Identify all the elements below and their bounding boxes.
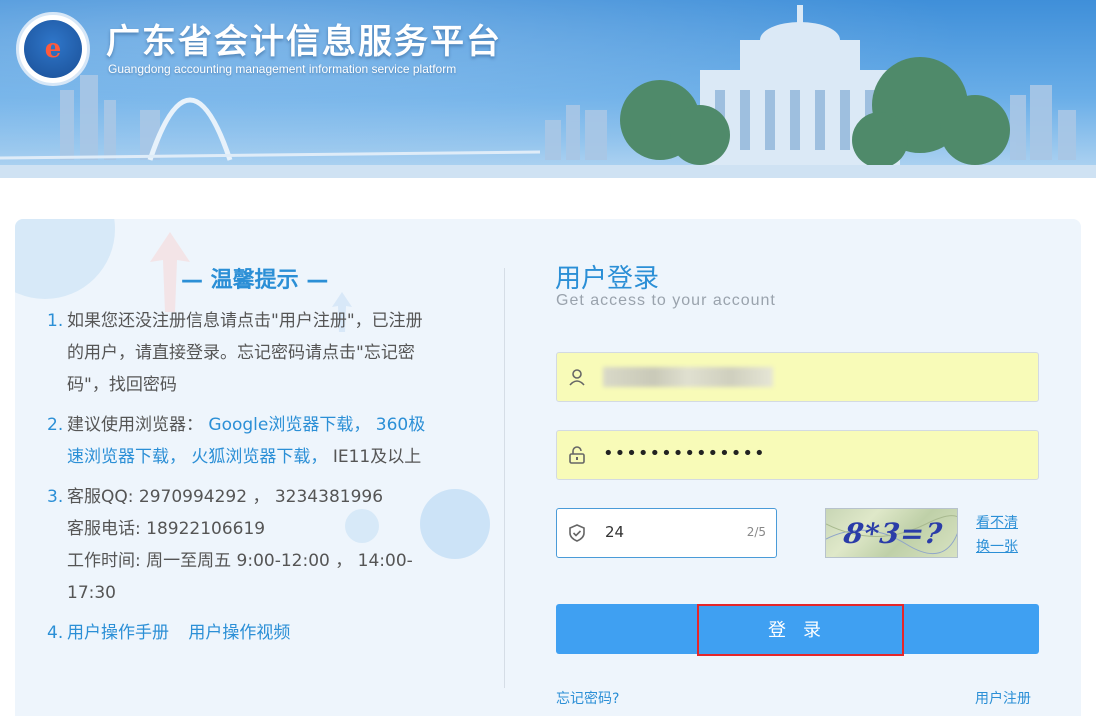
user-video-link[interactable]: 用户操作视频: [188, 623, 290, 643]
tip-text: 建议使用浏览器：: [67, 415, 203, 435]
work-hours-cont: 17:30: [67, 583, 116, 603]
tip-item-3: 3. 客服QQ: 2970994292 ， 3234381996 客服电话: 1…: [47, 481, 487, 611]
captcha-value: 24: [605, 523, 625, 541]
redacted-username: [603, 367, 773, 387]
username-field[interactable]: [556, 352, 1039, 402]
header-banner: e 广东省会计信息服务平台 Guangdong accounting manag…: [0, 0, 1096, 178]
tip-number: 1.: [47, 311, 64, 331]
panel-divider: [504, 268, 505, 688]
tip-text: 的用户，请直接登录。忘记密码请点击"忘记密: [67, 343, 415, 363]
platform-subtitle: Guangdong accounting management informat…: [108, 62, 457, 76]
captcha-text: 8*3=?: [841, 517, 945, 550]
tip-text-line: 速浏览器下载， 火狐浏览器下载， IE11及以上: [67, 441, 421, 473]
captcha-change-link[interactable]: 换一张: [976, 536, 1018, 556]
tips-title: — 温馨提示 —: [181, 268, 329, 293]
login-subtitle: Get access to your account: [556, 292, 776, 309]
lock-icon: [569, 446, 585, 464]
tip-item-2: 2. 建议使用浏览器： Google浏览器下载， 360极 速浏览器下载， 火狐…: [47, 409, 487, 475]
login-button[interactable]: 登 录: [556, 604, 1039, 654]
tip-text-line: 建议使用浏览器： Google浏览器下载， 360极: [67, 409, 425, 441]
password-field[interactable]: ••••••••••••••: [556, 430, 1039, 480]
platform-logo: e: [16, 12, 90, 86]
360-browser-download-link[interactable]: 360极: [376, 415, 425, 435]
work-hours: 工作时间: 周一至周五 9:00-12:00 ， 14:00-: [67, 551, 413, 571]
captcha-image[interactable]: 8*3=?: [825, 508, 958, 558]
tip-number: 3.: [47, 487, 64, 507]
decor-bubble: [15, 219, 115, 299]
user-icon: [569, 369, 585, 386]
google-browser-download-link[interactable]: Google浏览器下载，: [208, 415, 370, 435]
tip-text: IE11及以上: [332, 447, 422, 467]
captcha-refresh-link[interactable]: 看不清: [976, 512, 1018, 532]
360-browser-download-link-cont[interactable]: 速浏览器下载，: [67, 447, 186, 467]
firefox-browser-download-link[interactable]: 火狐浏览器下载，: [191, 447, 327, 467]
forgot-password-link[interactable]: 忘记密码?: [556, 688, 619, 708]
user-manual-link[interactable]: 用户操作手册: [67, 623, 169, 643]
tip-item-1: 1. 如果您还没注册信息请点击"用户注册"，已注册 的用户，请直接登录。忘记密码…: [47, 305, 487, 405]
shield-check-icon: [569, 524, 585, 542]
support-phone: 客服电话: 18922106619: [67, 519, 266, 539]
password-value: ••••••••••••••: [603, 443, 766, 464]
captcha-input[interactable]: 24 2/5: [556, 508, 777, 558]
support-qq: 客服QQ: 2970994292 ， 3234381996: [67, 487, 384, 507]
tip-number: 4.: [47, 623, 64, 643]
login-title: 用户登录: [555, 264, 660, 294]
tip-text: 码"，找回密码: [67, 375, 177, 395]
login-button-label: 登 录: [767, 620, 827, 640]
captcha-char-count: 2/5: [746, 525, 766, 539]
tip-text: 如果您还没注册信息请点击"用户注册"，已注册: [67, 311, 423, 331]
tip-item-4: 4. 用户操作手册 用户操作视频: [47, 617, 487, 651]
tip-links: 用户操作手册 用户操作视频: [67, 617, 290, 649]
logo-emblem: e: [24, 20, 82, 78]
register-link[interactable]: 用户注册: [975, 688, 1031, 708]
platform-title: 广东省会计信息服务平台: [106, 22, 502, 62]
tip-number: 2.: [47, 415, 64, 435]
